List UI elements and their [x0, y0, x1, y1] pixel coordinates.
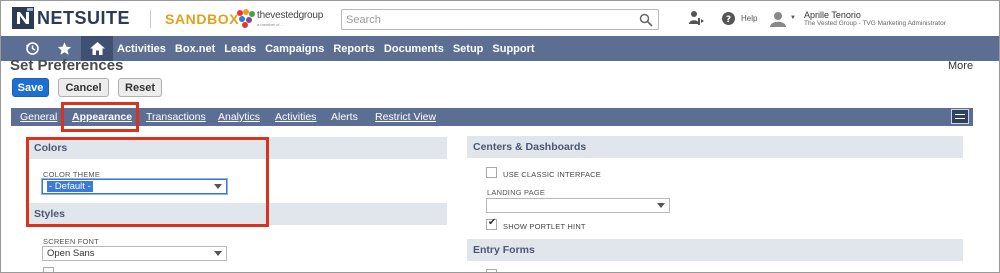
- colors-section-heading: Colors: [28, 137, 447, 159]
- color-theme-label: COLOR THEME: [43, 170, 101, 179]
- styles-section-heading: Styles: [28, 203, 447, 225]
- help-icon[interactable]: ?: [722, 12, 735, 25]
- app-window: NETSUITE SANDBOX thevestedgroup a member…: [0, 0, 1000, 273]
- tab-alerts[interactable]: Alerts: [331, 108, 358, 126]
- nav-item-setup[interactable]: Setup: [453, 43, 484, 55]
- tab-alerts-label: Alerts: [331, 111, 358, 123]
- help-link[interactable]: Help: [741, 14, 757, 23]
- view-toggle-icon[interactable]: [951, 109, 969, 124]
- sandbox-badge: SANDBOX: [165, 11, 240, 27]
- nav-item-leads[interactable]: Leads: [224, 43, 256, 55]
- user-name[interactable]: Aprille Tenorio: [804, 10, 861, 20]
- user-menu-caret-icon[interactable]: ▼: [790, 15, 796, 21]
- main-navigation: Activities Box.net Leads Campaigns Repor…: [1, 36, 999, 61]
- search-icon[interactable]: [639, 13, 653, 27]
- user-avatar-icon[interactable]: [769, 11, 787, 27]
- vested-group-logo-subtext: a member of ...: [257, 22, 284, 27]
- cancel-button[interactable]: Cancel: [58, 78, 109, 97]
- chevron-down-icon: [214, 251, 222, 256]
- user-role[interactable]: The Vested Group - TVG Marketing Adminis…: [804, 20, 946, 27]
- tab-restrict-view[interactable]: Restrict View: [375, 108, 436, 126]
- view-toggle-icon-bar: [955, 118, 965, 119]
- svg-text:?: ?: [726, 15, 731, 25]
- chevron-down-icon: [657, 203, 665, 208]
- entry-forms-checkbox[interactable]: [486, 269, 497, 272]
- nav-item-campaigns[interactable]: Campaigns: [265, 43, 324, 55]
- use-classic-interface-label: USE CLASSIC INTERFACE: [503, 170, 601, 179]
- nav-menu: Activities Box.net Leads Campaigns Repor…: [117, 36, 544, 61]
- nav-item-support[interactable]: Support: [492, 43, 534, 55]
- view-toggle-icon-bar: [955, 114, 965, 115]
- tab-analytics-label: Analytics: [218, 111, 261, 123]
- save-button[interactable]: Save: [12, 78, 49, 97]
- search-input[interactable]: [342, 10, 632, 29]
- show-portlet-hint-checkbox[interactable]: ✔: [486, 217, 497, 230]
- tab-general-label: General: [20, 111, 58, 123]
- tab-activities-label: Activities: [275, 111, 317, 123]
- history-icon: [26, 42, 39, 55]
- tab-activities[interactable]: Activities: [275, 108, 316, 126]
- vested-group-logo-text: thevestedgroup: [257, 10, 324, 21]
- nav-item-documents[interactable]: Documents: [384, 43, 444, 55]
- tab-restrict-view-label: Restrict View: [375, 111, 437, 123]
- tab-appearance[interactable]: Appearance: [72, 108, 132, 126]
- star-icon: [57, 42, 72, 55]
- screen-font-value: Open Sans: [47, 248, 95, 259]
- landing-page-select[interactable]: [486, 198, 670, 213]
- header-divider: [150, 10, 151, 28]
- tab-transactions-label: Transactions: [146, 111, 206, 123]
- global-header: NETSUITE SANDBOX thevestedgroup a member…: [1, 1, 999, 36]
- nav-item-reports[interactable]: Reports: [333, 43, 375, 55]
- color-theme-value: - Default -: [47, 181, 93, 192]
- use-classic-interface-checkbox[interactable]: [486, 167, 497, 178]
- nav-item-activities[interactable]: Activities: [117, 43, 166, 55]
- tab-transactions[interactable]: Transactions: [146, 108, 206, 126]
- partial-checkbox[interactable]: [43, 267, 54, 272]
- more-link[interactable]: More: [948, 60, 973, 72]
- role-switch-icon[interactable]: [687, 10, 705, 28]
- chevron-down-icon: [214, 184, 222, 189]
- centers-dashboards-heading: Centers & Dashboards: [467, 136, 963, 158]
- color-theme-select[interactable]: - Default -: [42, 179, 227, 194]
- page-title: Set Preferences: [10, 57, 124, 74]
- entry-forms-heading: Entry Forms: [467, 239, 963, 261]
- preferences-subtabs: General Appearance Transactions Analytic…: [11, 108, 973, 126]
- global-search[interactable]: [341, 9, 659, 30]
- show-portlet-hint-label: SHOW PORTLET HINT: [503, 222, 586, 231]
- nav-item-boxnet[interactable]: Box.net: [175, 43, 215, 55]
- checkmark-icon: ✔: [488, 217, 497, 228]
- landing-page-label: LANDING PAGE: [487, 188, 546, 197]
- reset-button[interactable]: Reset: [118, 78, 162, 97]
- screen-font-label: SCREEN FONT: [43, 237, 99, 246]
- tab-appearance-label: Appearance: [72, 111, 133, 123]
- netsuite-logo-icon[interactable]: [12, 7, 34, 29]
- tab-general[interactable]: General: [20, 108, 57, 126]
- netsuite-logo-text: NETSUITE: [37, 8, 131, 28]
- home-icon: [89, 42, 105, 55]
- screen-font-select[interactable]: Open Sans: [42, 246, 227, 261]
- tab-analytics[interactable]: Analytics: [218, 108, 260, 126]
